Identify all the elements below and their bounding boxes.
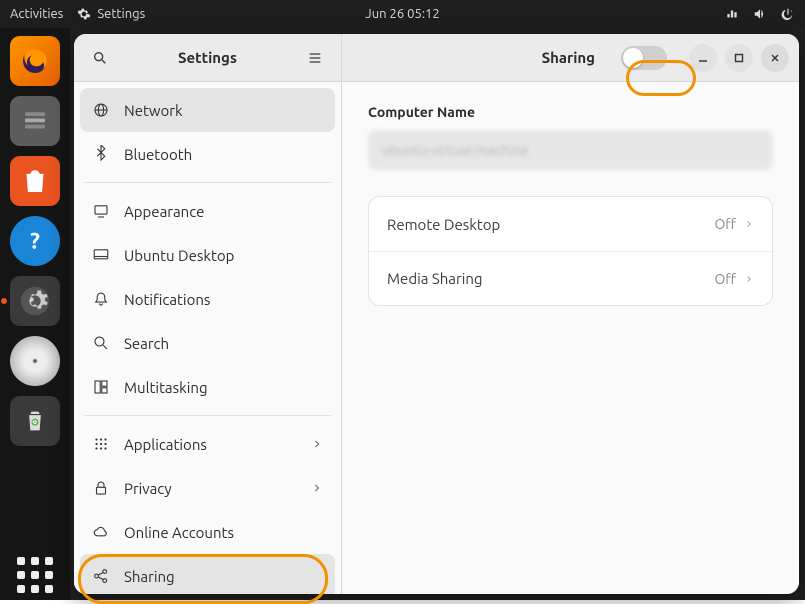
dock: A ? bbox=[0, 28, 70, 600]
computer-name-label: Computer Name bbox=[368, 104, 773, 120]
sharing-master-toggle[interactable] bbox=[621, 46, 667, 70]
dock-firefox[interactable] bbox=[10, 36, 60, 86]
sidebar-item-label: Ubuntu Desktop bbox=[124, 247, 234, 264]
activities-button[interactable]: Activities bbox=[10, 7, 63, 21]
sidebar-item-label: Network bbox=[124, 102, 183, 119]
dock-disc[interactable] bbox=[10, 336, 60, 386]
dock-files[interactable] bbox=[10, 96, 60, 146]
gear-icon bbox=[18, 284, 52, 318]
settings-window: Settings Network Bluetooth Appearance Ubunt… bbox=[74, 34, 799, 594]
shopping-bag-icon: A bbox=[20, 166, 50, 196]
sidebar-item-search[interactable]: Search bbox=[80, 321, 335, 365]
content-header: Sharing bbox=[342, 34, 799, 82]
bluetooth-icon bbox=[92, 145, 110, 163]
svg-text:?: ? bbox=[30, 229, 40, 254]
search-button[interactable] bbox=[86, 44, 114, 72]
cloud-icon bbox=[92, 523, 110, 541]
sidebar-item-label: Online Accounts bbox=[124, 524, 234, 541]
sidebar-item-ubuntu-desktop[interactable]: Ubuntu Desktop bbox=[80, 233, 335, 277]
app-menu-label: Settings bbox=[97, 7, 145, 21]
sharing-options-card: Remote DesktopOffMedia SharingOff bbox=[368, 196, 773, 306]
trash-icon bbox=[21, 407, 49, 435]
network-icon[interactable] bbox=[725, 7, 739, 21]
app-menu[interactable]: Settings bbox=[77, 7, 145, 21]
dock-show-apps[interactable] bbox=[10, 550, 60, 600]
sidebar-item-label: Search bbox=[124, 335, 169, 352]
multitask-icon bbox=[92, 378, 110, 396]
dock-software[interactable]: A bbox=[10, 156, 60, 206]
sidebar-item-appearance[interactable]: Appearance bbox=[80, 189, 335, 233]
close-icon bbox=[769, 52, 781, 64]
clock[interactable]: Jun 26 05:12 bbox=[365, 7, 439, 21]
top-panel: Activities Settings Jun 26 05:12 bbox=[0, 0, 805, 28]
sidebar-item-network[interactable]: Network bbox=[80, 88, 335, 132]
sidebar-item-label: Notifications bbox=[124, 291, 210, 308]
volume-icon[interactable] bbox=[753, 7, 767, 21]
row-label: Remote Desktop bbox=[387, 216, 714, 233]
row-label: Media Sharing bbox=[387, 270, 714, 287]
maximize-icon bbox=[733, 52, 745, 64]
dock-help[interactable]: ? bbox=[10, 216, 60, 266]
svg-text:A: A bbox=[30, 174, 40, 190]
search-icon bbox=[92, 50, 108, 66]
sidebar-item-online-accounts[interactable]: Online Accounts bbox=[80, 510, 335, 554]
dock-settings[interactable] bbox=[10, 276, 60, 326]
sidebar-item-bluetooth[interactable]: Bluetooth bbox=[80, 132, 335, 176]
chevron-right-icon bbox=[311, 482, 323, 494]
settings-content: Sharing Computer Name ubuntu-virtual-mac… bbox=[342, 34, 799, 594]
chevron-right-icon bbox=[744, 272, 754, 286]
sidebar-item-label: Multitasking bbox=[124, 379, 208, 396]
sidebar-item-privacy[interactable]: Privacy bbox=[80, 466, 335, 510]
share-icon bbox=[92, 567, 110, 585]
search-icon bbox=[92, 334, 110, 352]
display-icon bbox=[92, 202, 110, 220]
chevron-right-icon bbox=[311, 438, 323, 450]
sidebar-item-applications[interactable]: Applications bbox=[80, 422, 335, 466]
row-state: Off bbox=[714, 271, 736, 287]
maximize-button[interactable] bbox=[725, 44, 753, 72]
globe-icon bbox=[92, 101, 110, 119]
sidebar-item-label: Privacy bbox=[124, 480, 172, 497]
hamburger-icon bbox=[307, 50, 323, 66]
sidebar-item-label: Sharing bbox=[124, 568, 175, 585]
sidebar-separator bbox=[84, 182, 331, 183]
sidebar-item-multitasking[interactable]: Multitasking bbox=[80, 365, 335, 409]
sidebar-item-label: Bluetooth bbox=[124, 146, 192, 163]
chevron-right-icon bbox=[744, 217, 754, 231]
menu-button[interactable] bbox=[301, 44, 329, 72]
power-icon[interactable] bbox=[781, 7, 795, 21]
sidebar-separator bbox=[84, 415, 331, 416]
minimize-button[interactable] bbox=[689, 44, 717, 72]
sidebar-item-sharing[interactable]: Sharing bbox=[80, 554, 335, 594]
desktop-icon bbox=[92, 246, 110, 264]
sidebar-title: Settings bbox=[122, 49, 293, 66]
minimize-icon bbox=[697, 52, 709, 64]
sidebar-item-label: Appearance bbox=[124, 203, 204, 220]
help-icon: ? bbox=[20, 226, 50, 256]
sidebar-header: Settings bbox=[74, 34, 341, 82]
sidebar-list: Network Bluetooth Appearance Ubuntu Desktop… bbox=[74, 82, 341, 594]
files-icon bbox=[20, 106, 50, 136]
lock-icon bbox=[92, 479, 110, 497]
bell-icon bbox=[92, 290, 110, 308]
sharing-row-media-sharing[interactable]: Media SharingOff bbox=[369, 251, 772, 305]
firefox-icon bbox=[19, 45, 51, 77]
grid-icon bbox=[92, 435, 110, 453]
dock-trash[interactable] bbox=[10, 396, 60, 446]
gear-icon bbox=[77, 7, 91, 21]
computer-name-field[interactable]: ubuntu-virtual-machine bbox=[368, 130, 773, 170]
disc-icon bbox=[28, 354, 42, 368]
sidebar-item-notifications[interactable]: Notifications bbox=[80, 277, 335, 321]
content-title: Sharing bbox=[352, 49, 613, 66]
sharing-row-remote-desktop[interactable]: Remote DesktopOff bbox=[369, 197, 772, 251]
row-state: Off bbox=[714, 216, 736, 232]
settings-sidebar: Settings Network Bluetooth Appearance Ubunt… bbox=[74, 34, 342, 594]
sidebar-item-label: Applications bbox=[124, 436, 207, 453]
close-button[interactable] bbox=[761, 44, 789, 72]
